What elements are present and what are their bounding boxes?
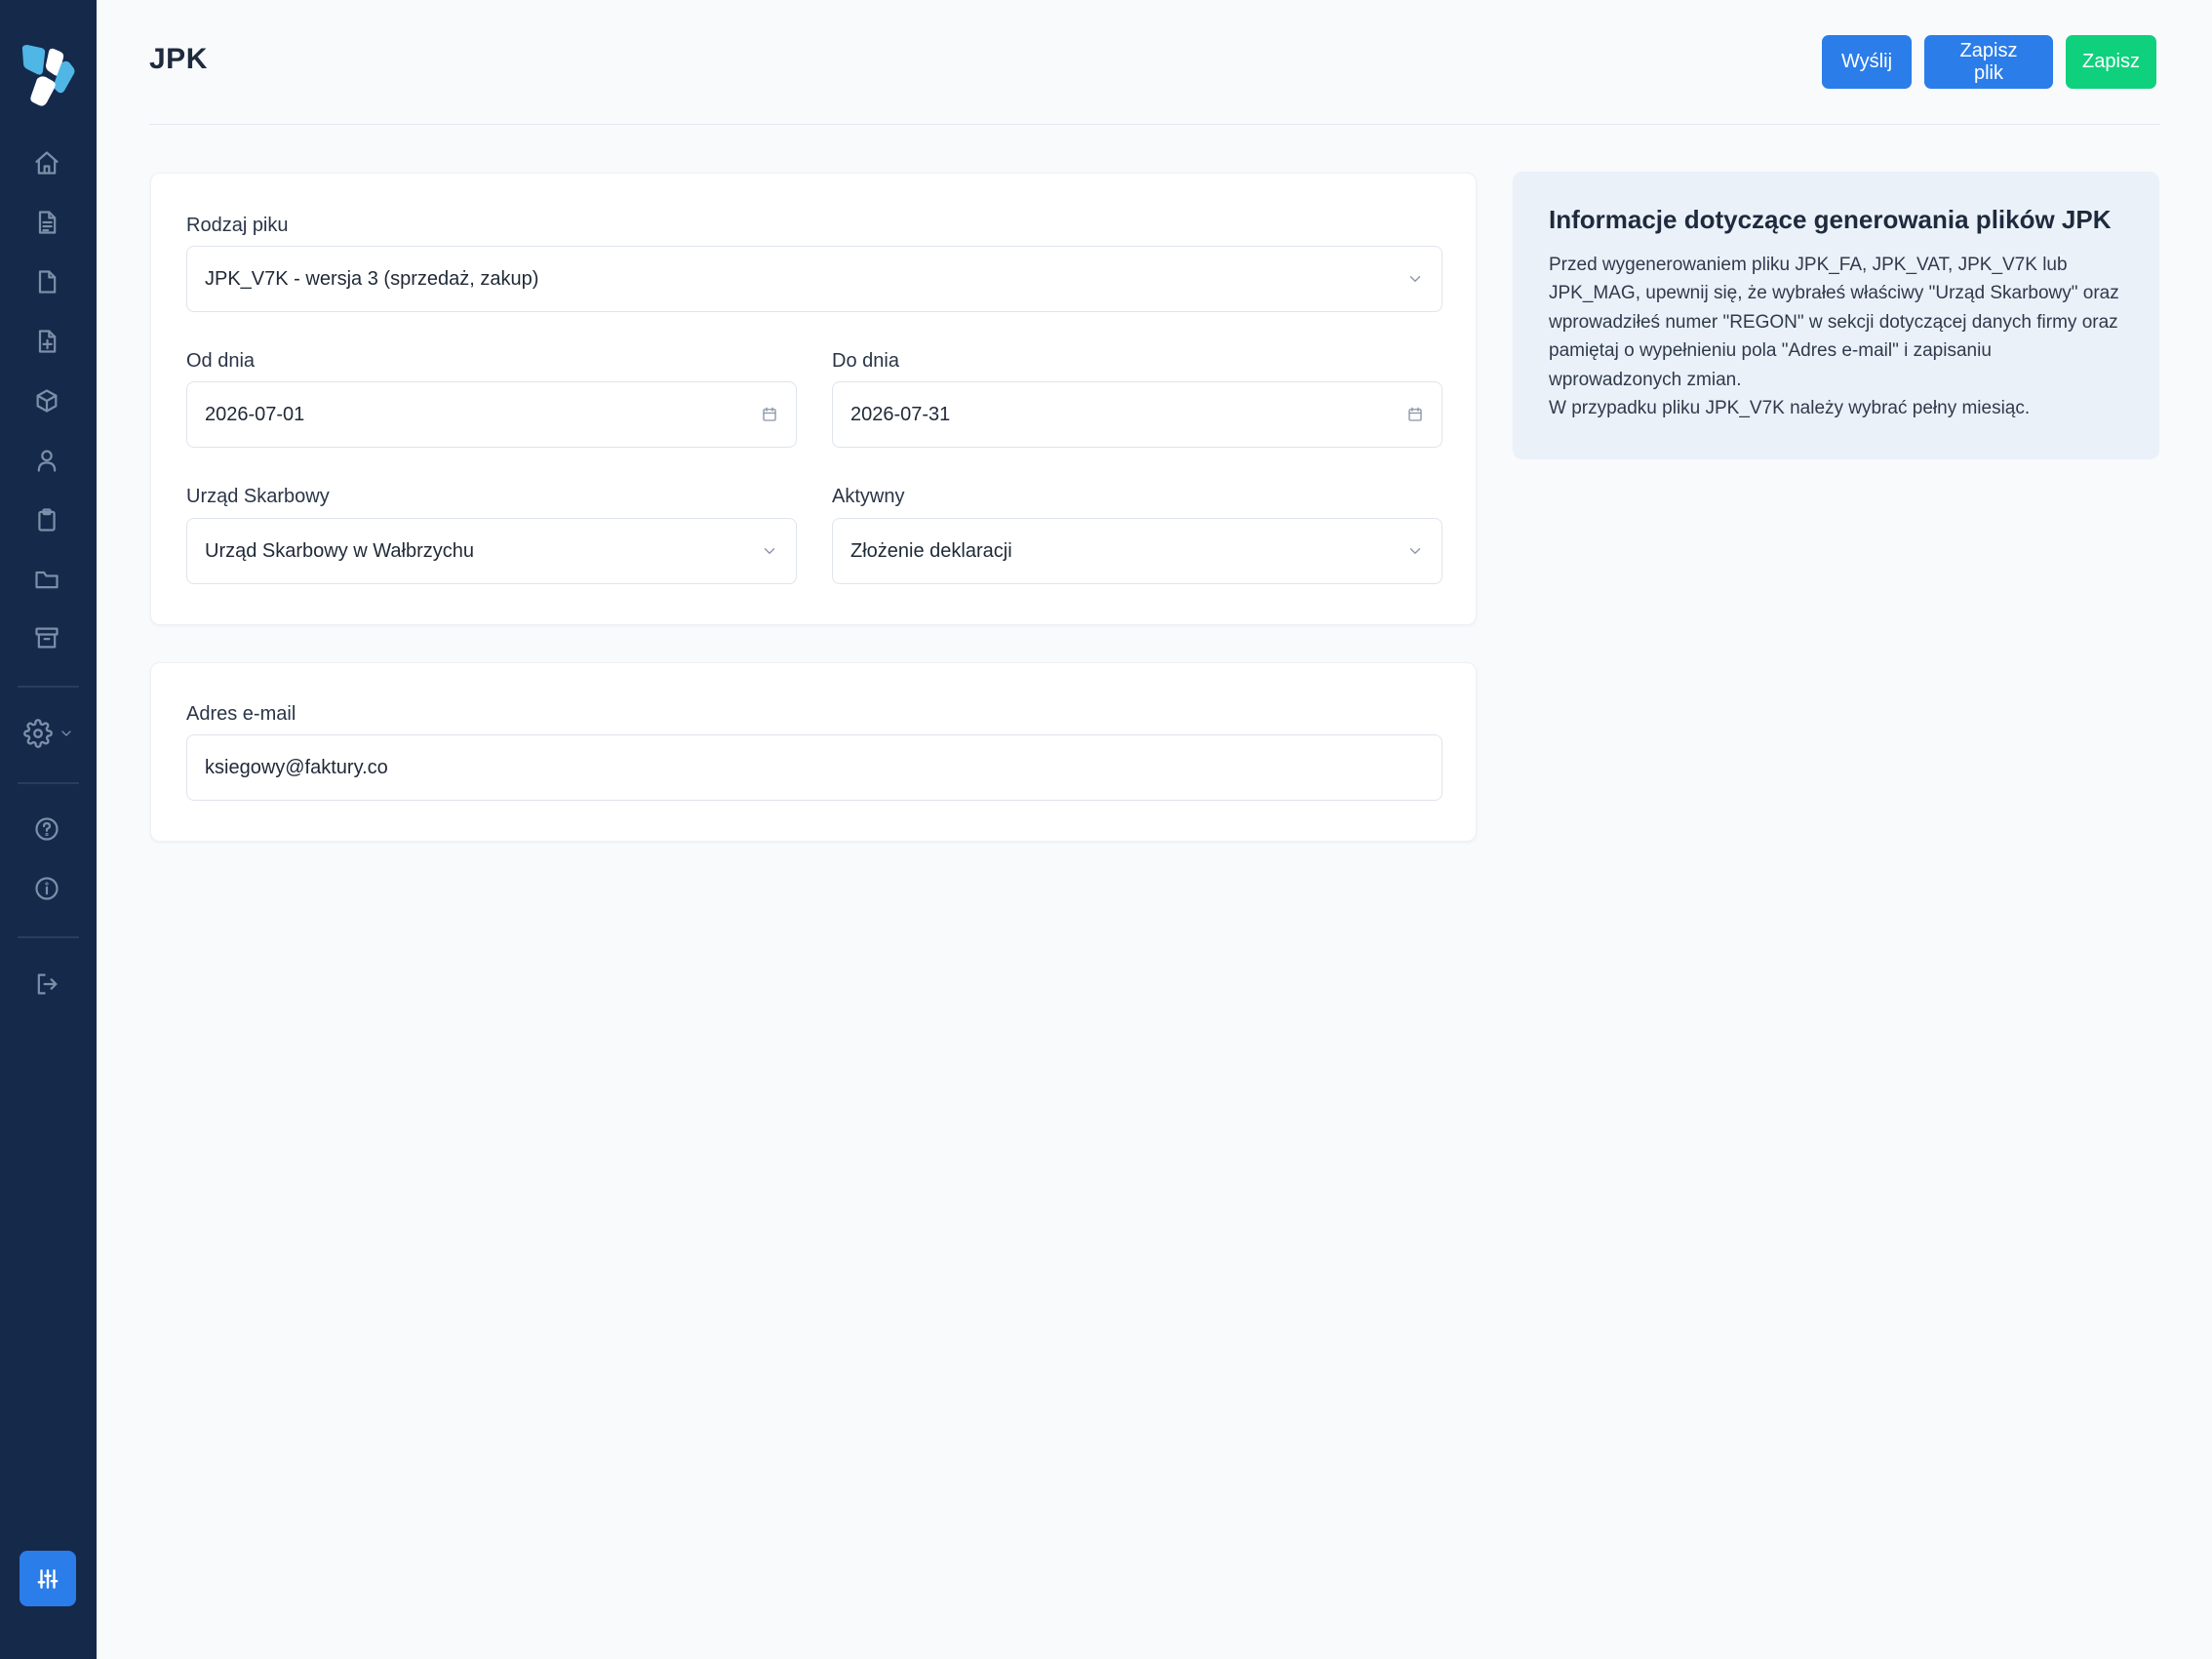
email-input[interactable]: ksiegowy@faktury.co [186,734,1442,801]
calendar-icon[interactable] [761,406,778,423]
home-icon[interactable] [29,145,64,180]
settings-menu-toggle[interactable] [23,716,78,751]
page-title: JPK [149,43,208,75]
file-type-value: JPK_V7K - wersja 3 (sprzedaż, zakup) [205,267,539,290]
package-icon[interactable] [29,383,64,418]
folder-icon[interactable] [29,562,64,597]
sidebar-divider [18,686,79,688]
sliders-icon [37,1568,59,1589]
app-logo[interactable] [20,44,76,108]
info-title: Informacje dotyczące generowania plików … [1549,205,2112,234]
sidebar [0,0,97,1659]
tax-office-value: Urząd Skarbowy w Wałbrzychu [205,539,475,562]
save-file-button[interactable]: Zapisz plik [1924,35,2053,89]
email-label: Adres e-mail [186,703,296,725]
date-to-value: 2026-07-31 [850,403,951,425]
jpk-settings-card: Rodzaj piku JPK_V7K - wersja 3 (sprzedaż… [150,173,1477,625]
send-button[interactable]: Wyślij [1822,35,1912,89]
active-value: Złożenie deklaracji [850,539,1012,562]
logout-icon[interactable] [29,967,64,1002]
sidebar-divider [18,936,79,938]
file-icon[interactable] [29,264,64,299]
logo-icon [21,45,75,106]
date-to-label: Do dnia [832,350,899,372]
chevron-down-icon [61,731,71,736]
email-card: Adres e-mail ksiegowy@faktury.co [150,662,1477,842]
tax-office-label: Urząd Skarbowy [186,486,330,507]
date-from-value: 2026-07-01 [205,403,305,425]
info-paragraph: W przypadku pliku JPK_V7K należy wybrać … [1549,398,2031,419]
chevron-down-icon [1409,548,1421,554]
save-button[interactable]: Zapisz [2066,35,2156,89]
user-icon[interactable] [29,443,64,478]
calendar-icon[interactable] [1406,406,1424,423]
header-divider [149,124,2160,125]
chevron-down-icon [764,548,775,554]
email-value: ksiegowy@faktury.co [205,756,388,778]
info-paragraph: Przed wygenerowaniem pliku JPK_FA, JPK_V… [1549,255,2119,390]
header-actions: Wyślij Zapisz plik Zapisz [1822,35,2156,89]
file-type-label: Rodzaj piku [186,215,289,236]
clipboard-icon[interactable] [29,502,64,537]
date-to-input[interactable]: 2026-07-31 [832,381,1442,448]
file-plus-icon[interactable] [29,324,64,359]
sliders-button[interactable] [20,1551,76,1606]
date-from-input[interactable]: 2026-07-01 [186,381,797,448]
sidebar-divider [18,782,79,784]
tax-office-select[interactable]: Urząd Skarbowy w Wałbrzychu [186,518,797,584]
active-label: Aktywny [832,486,905,507]
gear-icon [23,719,53,748]
date-from-label: Od dnia [186,350,256,372]
document-icon[interactable] [29,205,64,240]
info-circle-icon[interactable] [29,871,64,906]
info-panel: Informacje dotyczące generowania plików … [1513,172,2159,459]
help-circle-icon[interactable] [29,811,64,847]
file-type-select[interactable]: JPK_V7K - wersja 3 (sprzedaż, zakup) [186,246,1442,312]
chevron-down-icon [1409,276,1421,282]
archive-icon[interactable] [29,620,64,655]
info-text: Przed wygenerowaniem pliku JPK_FA, JPK_V… [1549,251,2123,422]
active-select[interactable]: Złożenie deklaracji [832,518,1442,584]
